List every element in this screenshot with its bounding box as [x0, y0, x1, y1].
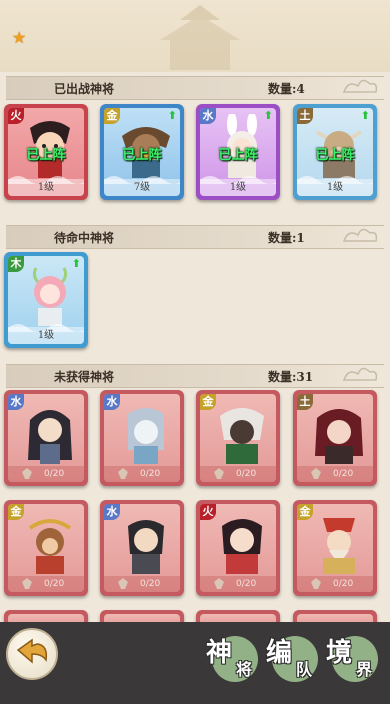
element-badge-metal: 金: [8, 504, 24, 520]
hero-level: 1级: [8, 327, 84, 344]
cloud-ornament-icon: [342, 367, 378, 381]
standby-hero-card[interactable]: 木 ⬆ 1级: [4, 252, 88, 348]
fragment-progress: 0/20: [297, 576, 373, 592]
deployed-status: 已上阵: [218, 148, 258, 163]
hero-portrait-scholar: [128, 520, 164, 574]
realm-button[interactable]: 境 界: [326, 632, 380, 686]
team-label-1: 编: [266, 638, 293, 668]
back-arrow-icon: [16, 638, 48, 664]
unowned-hero-card[interactable]: 水 0/20: [100, 390, 184, 486]
unowned-hero-card[interactable]: 水 0/20: [4, 390, 88, 486]
element-badge-earth: 土: [297, 394, 313, 410]
realm-label-1: 境: [326, 638, 353, 668]
deployed-hero-card[interactable]: 水 ⬆ 已上阵 1级: [196, 104, 280, 200]
fragment-icon: [22, 578, 32, 589]
hero-level: 7级: [104, 179, 180, 196]
deployed-status: 已上阵: [122, 148, 162, 163]
hero-level: 1级: [200, 179, 276, 196]
section-count: 数量:4: [268, 82, 305, 96]
fragment-progress: 0/20: [104, 466, 180, 482]
upgrade-arrow-icon: ⬆: [167, 109, 177, 122]
unowned-hero-card[interactable]: 水 0/20: [100, 500, 184, 596]
hero-portrait-dragon-sage: [128, 408, 164, 464]
deployed-status: 已上阵: [26, 148, 66, 163]
section-standby-header: 待命中神将 数量:1: [6, 225, 384, 249]
gods-button[interactable]: 神 将: [206, 632, 260, 686]
unowned-hero-card[interactable]: 火 0/20: [196, 500, 280, 596]
fragment-progress: 0/20: [8, 576, 84, 592]
deployed-hero-card[interactable]: 金 ⬆ 已上阵 7级: [100, 104, 184, 200]
element-badge-earth: 土: [297, 108, 313, 124]
element-badge-metal: 金: [200, 394, 216, 410]
cloud-ornament-icon: [342, 228, 378, 242]
section-count: 数量:31: [268, 370, 314, 384]
realm-label-2: 界: [356, 660, 373, 679]
hero-level: 1级: [297, 179, 373, 196]
element-badge-water: 水: [200, 108, 216, 124]
hero-portrait-fire-maiden: [222, 519, 262, 574]
unowned-hero-card[interactable]: 土 0/20: [293, 390, 377, 486]
star-icon[interactable]: ★: [12, 28, 26, 47]
element-badge-water: 水: [8, 394, 24, 410]
fragment-progress: 0/20: [200, 576, 276, 592]
deployed-status: 已上阵: [315, 148, 355, 163]
gods-label-2: 将: [236, 660, 253, 679]
back-button[interactable]: [6, 628, 58, 680]
element-badge-water: 水: [104, 394, 120, 410]
upgrade-arrow-icon: ⬆: [71, 257, 81, 270]
fragment-count: 0/20: [333, 579, 354, 589]
fragment-icon: [118, 468, 128, 479]
fragment-icon: [214, 578, 224, 589]
deployed-hero-card[interactable]: 土 ⬆ 已上阵 1级: [293, 104, 377, 200]
bottom-nav-bar: 神 将 编 队 境 界: [0, 622, 390, 704]
upgrade-arrow-icon: ⬆: [263, 109, 273, 122]
hero-portrait-crimson-demon: [315, 409, 363, 464]
fragment-count: 0/20: [236, 579, 257, 589]
team-button[interactable]: 编 队: [266, 632, 320, 686]
team-label-2: 队: [296, 660, 313, 679]
element-badge-wood: 木: [8, 256, 24, 272]
section-count: 数量:1: [268, 231, 305, 245]
hero-portrait-crowned-monk: [323, 518, 355, 574]
element-badge-metal: 金: [104, 108, 120, 124]
element-badge-fire: 火: [8, 108, 24, 124]
fragment-progress: 0/20: [8, 466, 84, 482]
section-unowned-header: 未获得神将 数量:31: [6, 364, 384, 388]
element-badge-metal: 金: [297, 504, 313, 520]
fragment-progress: 0/20: [200, 466, 276, 482]
deployed-hero-card[interactable]: 火 已上阵 1级: [4, 104, 88, 200]
fragment-icon: [22, 468, 32, 479]
element-badge-fire: 火: [200, 504, 216, 520]
cloud-ornament-icon: [342, 79, 378, 93]
unowned-hero-card[interactable]: 金 0/20: [293, 500, 377, 596]
section-title: 未获得神将: [54, 370, 115, 384]
hero-portrait-dark-maiden: [28, 410, 72, 464]
fragment-count: 0/20: [44, 579, 65, 589]
fragment-icon: [214, 468, 224, 479]
fragment-icon: [311, 578, 321, 589]
fragment-progress: 0/20: [104, 576, 180, 592]
fragment-progress: 0/20: [297, 466, 373, 482]
element-badge-water: 水: [104, 504, 120, 520]
palace-silhouette: [160, 5, 240, 70]
upgrade-arrow-icon: ⬆: [360, 109, 370, 122]
section-title: 已出战神将: [54, 82, 115, 96]
unowned-hero-card[interactable]: 金 0/20: [4, 500, 88, 596]
fragment-icon: [118, 578, 128, 589]
hero-portrait-horned-warrior: [220, 408, 264, 464]
fragment-count: 0/20: [333, 469, 354, 479]
section-deployed-header: 已出战神将 数量:4: [6, 76, 384, 100]
fragment-icon: [311, 468, 321, 479]
gods-label-1: 神: [206, 638, 233, 668]
fragment-count: 0/20: [236, 469, 257, 479]
hero-portrait-monkey-king: [28, 519, 72, 574]
fragment-count: 0/20: [44, 469, 65, 479]
hero-portrait-deer-maiden: [32, 267, 68, 326]
fragment-count: 0/20: [140, 579, 161, 589]
unowned-hero-card[interactable]: 金 0/20: [196, 390, 280, 486]
top-banner: ★: [0, 0, 390, 72]
section-title: 待命中神将: [54, 231, 115, 245]
fragment-count: 0/20: [140, 469, 161, 479]
hero-level: 1级: [8, 179, 84, 196]
